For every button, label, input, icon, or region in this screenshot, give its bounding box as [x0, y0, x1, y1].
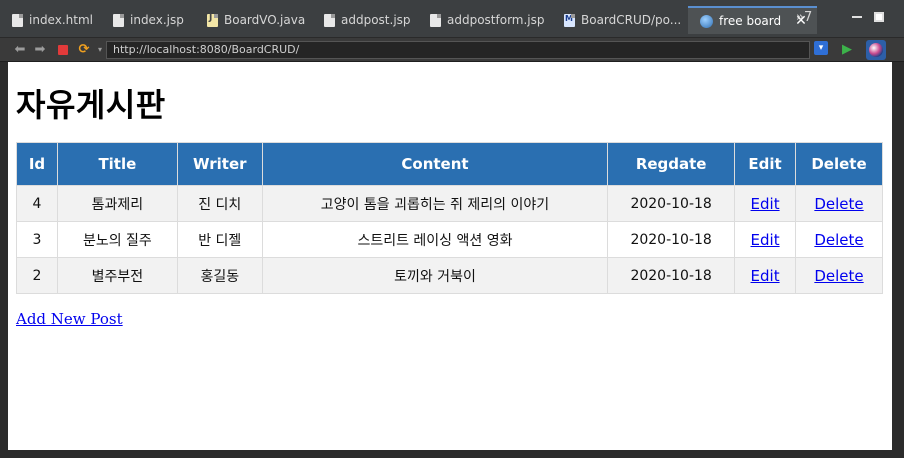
add-new-post-link[interactable]: Add New Post: [16, 310, 123, 328]
editor-tab-label: index.html: [29, 13, 93, 27]
table-row: 2 별주부전 홍길동 토끼와 거북이 2020-10-18 Edit Delet…: [16, 257, 883, 294]
cell-regdate: 2020-10-18: [607, 221, 736, 258]
page-title: 자유게시판: [16, 86, 166, 124]
cell-content: 고양이 톰을 괴롭히는 쥐 제리의 이야기: [261, 185, 609, 222]
refresh-icon[interactable]: ⟳: [76, 42, 92, 58]
cell-edit: Edit: [734, 185, 797, 222]
tab-overflow-button[interactable]: »7: [796, 10, 812, 25]
cell-writer: 홍길동: [176, 257, 263, 294]
column-header-content: Content: [261, 142, 609, 186]
editor-tab-label: BoardCRUD/po...: [581, 13, 682, 27]
table-header-row: Id Title Writer Content Regdate Edit Del…: [16, 142, 883, 186]
cell-title: 별주부전: [56, 257, 178, 294]
column-header-writer: Writer: [176, 142, 263, 186]
cell-edit: Edit: [734, 257, 797, 294]
editor-tab-bar: index.html index.jsp BoardVO.java addpos…: [0, 0, 904, 38]
editor-tab[interactable]: BoardCRUD/po...: [552, 9, 681, 31]
globe-icon: [700, 14, 713, 28]
cell-delete: Delete: [795, 221, 883, 258]
jsp-file-icon: [324, 13, 335, 27]
edit-link[interactable]: Edit: [751, 231, 780, 249]
java-file-icon: [207, 13, 218, 27]
cell-delete: Delete: [795, 257, 883, 294]
stop-icon[interactable]: [58, 45, 68, 55]
back-icon[interactable]: ⬅: [12, 42, 28, 58]
cell-writer: 진 디치: [176, 185, 263, 222]
editor-tab-label: addpostform.jsp: [447, 13, 545, 27]
cell-regdate: 2020-10-18: [607, 257, 736, 294]
url-bar[interactable]: http://localhost:8080/BoardCRUD/: [106, 41, 810, 59]
cell-id: 4: [16, 185, 58, 222]
delete-link[interactable]: Delete: [814, 231, 863, 249]
browser-engine-icon[interactable]: [866, 40, 886, 60]
jsp-file-icon: [113, 13, 124, 27]
column-header-delete: Delete: [795, 142, 883, 186]
editor-tab[interactable]: addpost.jsp: [312, 9, 411, 31]
editor-tab[interactable]: addpostform.jsp: [418, 9, 545, 31]
cell-id: 3: [16, 221, 58, 258]
table-row: 3 분노의 질주 반 디젤 스트리트 레이싱 액션 영화 2020-10-18 …: [16, 221, 883, 258]
cell-content: 토끼와 거북이: [261, 257, 609, 294]
column-header-id: Id: [16, 142, 58, 186]
cell-title: 분노의 질주: [56, 221, 178, 258]
delete-link[interactable]: Delete: [814, 195, 863, 213]
minimize-icon[interactable]: [852, 16, 862, 18]
editor-tab[interactable]: index.jsp: [101, 9, 184, 31]
edit-link[interactable]: Edit: [751, 195, 780, 213]
editor-tab-label: free board: [719, 14, 782, 28]
editor-tab-label: BoardVO.java: [224, 13, 306, 27]
go-icon[interactable]: ▶: [842, 42, 852, 57]
browser-toolbar: ⬅ ➡ ⟳ ▾ http://localhost:8080/BoardCRUD/…: [0, 38, 904, 62]
cell-title: 톰과제리: [56, 185, 178, 222]
editor-tab-label: index.jsp: [130, 13, 184, 27]
editor-tab-label: addpost.jsp: [341, 13, 411, 27]
cell-content: 스트리트 레이싱 액션 영화: [261, 221, 609, 258]
jsp-file-icon: [430, 13, 441, 27]
cell-delete: Delete: [795, 185, 883, 222]
column-header-edit: Edit: [734, 142, 797, 186]
maximize-icon[interactable]: [874, 12, 884, 22]
cell-regdate: 2020-10-18: [607, 185, 736, 222]
column-header-regdate: Regdate: [607, 142, 736, 186]
table-row: 4 톰과제리 진 디치 고양이 톰을 괴롭히는 쥐 제리의 이야기 2020-1…: [16, 185, 883, 222]
page-content: 자유게시판 Id Title Writer Content Regdate Ed…: [8, 62, 892, 450]
web-module-icon: [564, 13, 575, 27]
column-header-title: Title: [56, 142, 178, 186]
editor-tab[interactable]: index.html: [0, 9, 93, 31]
cell-id: 2: [16, 257, 58, 294]
cell-writer: 반 디젤: [176, 221, 263, 258]
html-file-icon: [12, 13, 23, 27]
edit-link[interactable]: Edit: [751, 267, 780, 285]
cell-edit: Edit: [734, 221, 797, 258]
forward-icon[interactable]: ➡: [32, 42, 48, 58]
url-history-dropdown[interactable]: ▾: [814, 41, 828, 55]
post-table: Id Title Writer Content Regdate Edit Del…: [16, 142, 883, 294]
editor-tab[interactable]: BoardVO.java: [195, 9, 305, 31]
delete-link[interactable]: Delete: [814, 267, 863, 285]
